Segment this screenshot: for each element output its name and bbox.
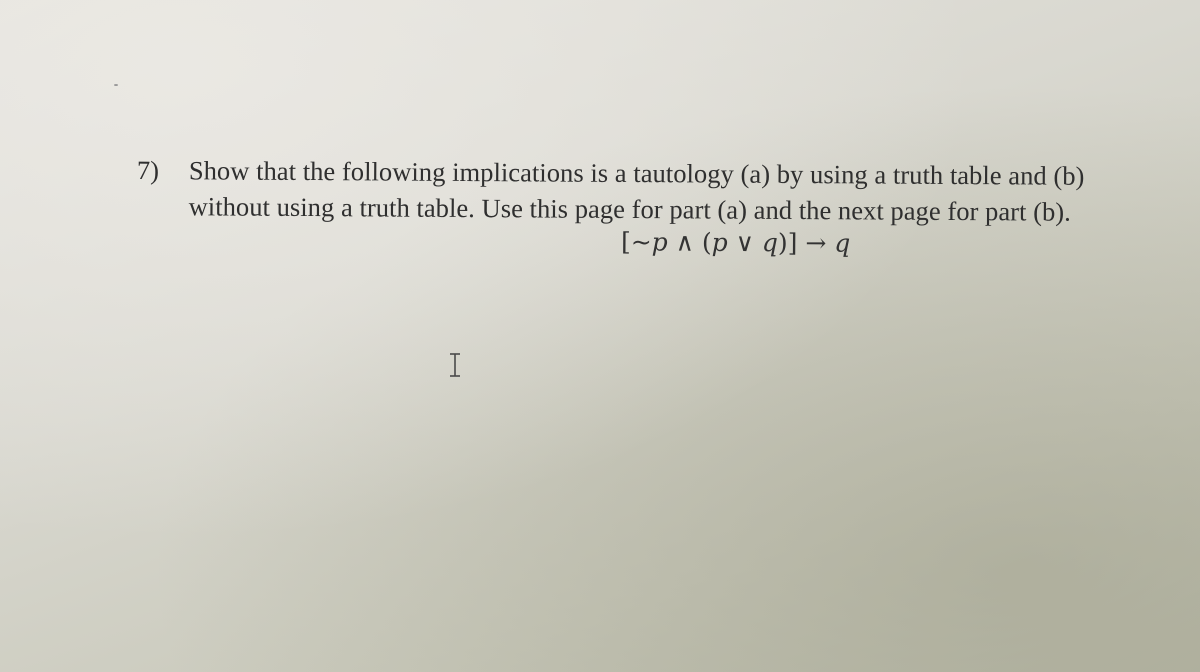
question-7: 7) Show that the following implications i… bbox=[137, 152, 1167, 230]
formula-open-bracket: [ bbox=[620, 227, 631, 257]
question-text-line-2: without using a truth table. Use this pa… bbox=[188, 191, 1072, 227]
document-page: 7) Show that the following implications i… bbox=[0, 0, 1200, 672]
question-text-line-1: Show that the following implications is … bbox=[188, 155, 1085, 191]
formula-implies-operator: → bbox=[797, 228, 835, 258]
formula-open-paren: ( bbox=[701, 227, 712, 257]
formula-var-p: p bbox=[711, 227, 728, 257]
formula-var-q: q bbox=[834, 228, 851, 258]
formula-negation: ~ bbox=[630, 227, 652, 257]
question-line-1: 7) Show that the following implications i… bbox=[137, 152, 1167, 194]
paper-speck bbox=[114, 84, 118, 86]
text-ibeam-cursor-icon bbox=[447, 352, 463, 378]
question-number: 7) bbox=[136, 154, 160, 186]
formula-var-q: q bbox=[761, 228, 779, 258]
formula-or-operator: ∨ bbox=[727, 227, 763, 258]
formula-var-p: p bbox=[651, 227, 668, 257]
logic-formula: [~p ∧ (p ∨ q)] → q bbox=[621, 227, 850, 258]
formula-and-operator: ∧ bbox=[667, 227, 703, 257]
formula-close: )] bbox=[777, 228, 798, 258]
